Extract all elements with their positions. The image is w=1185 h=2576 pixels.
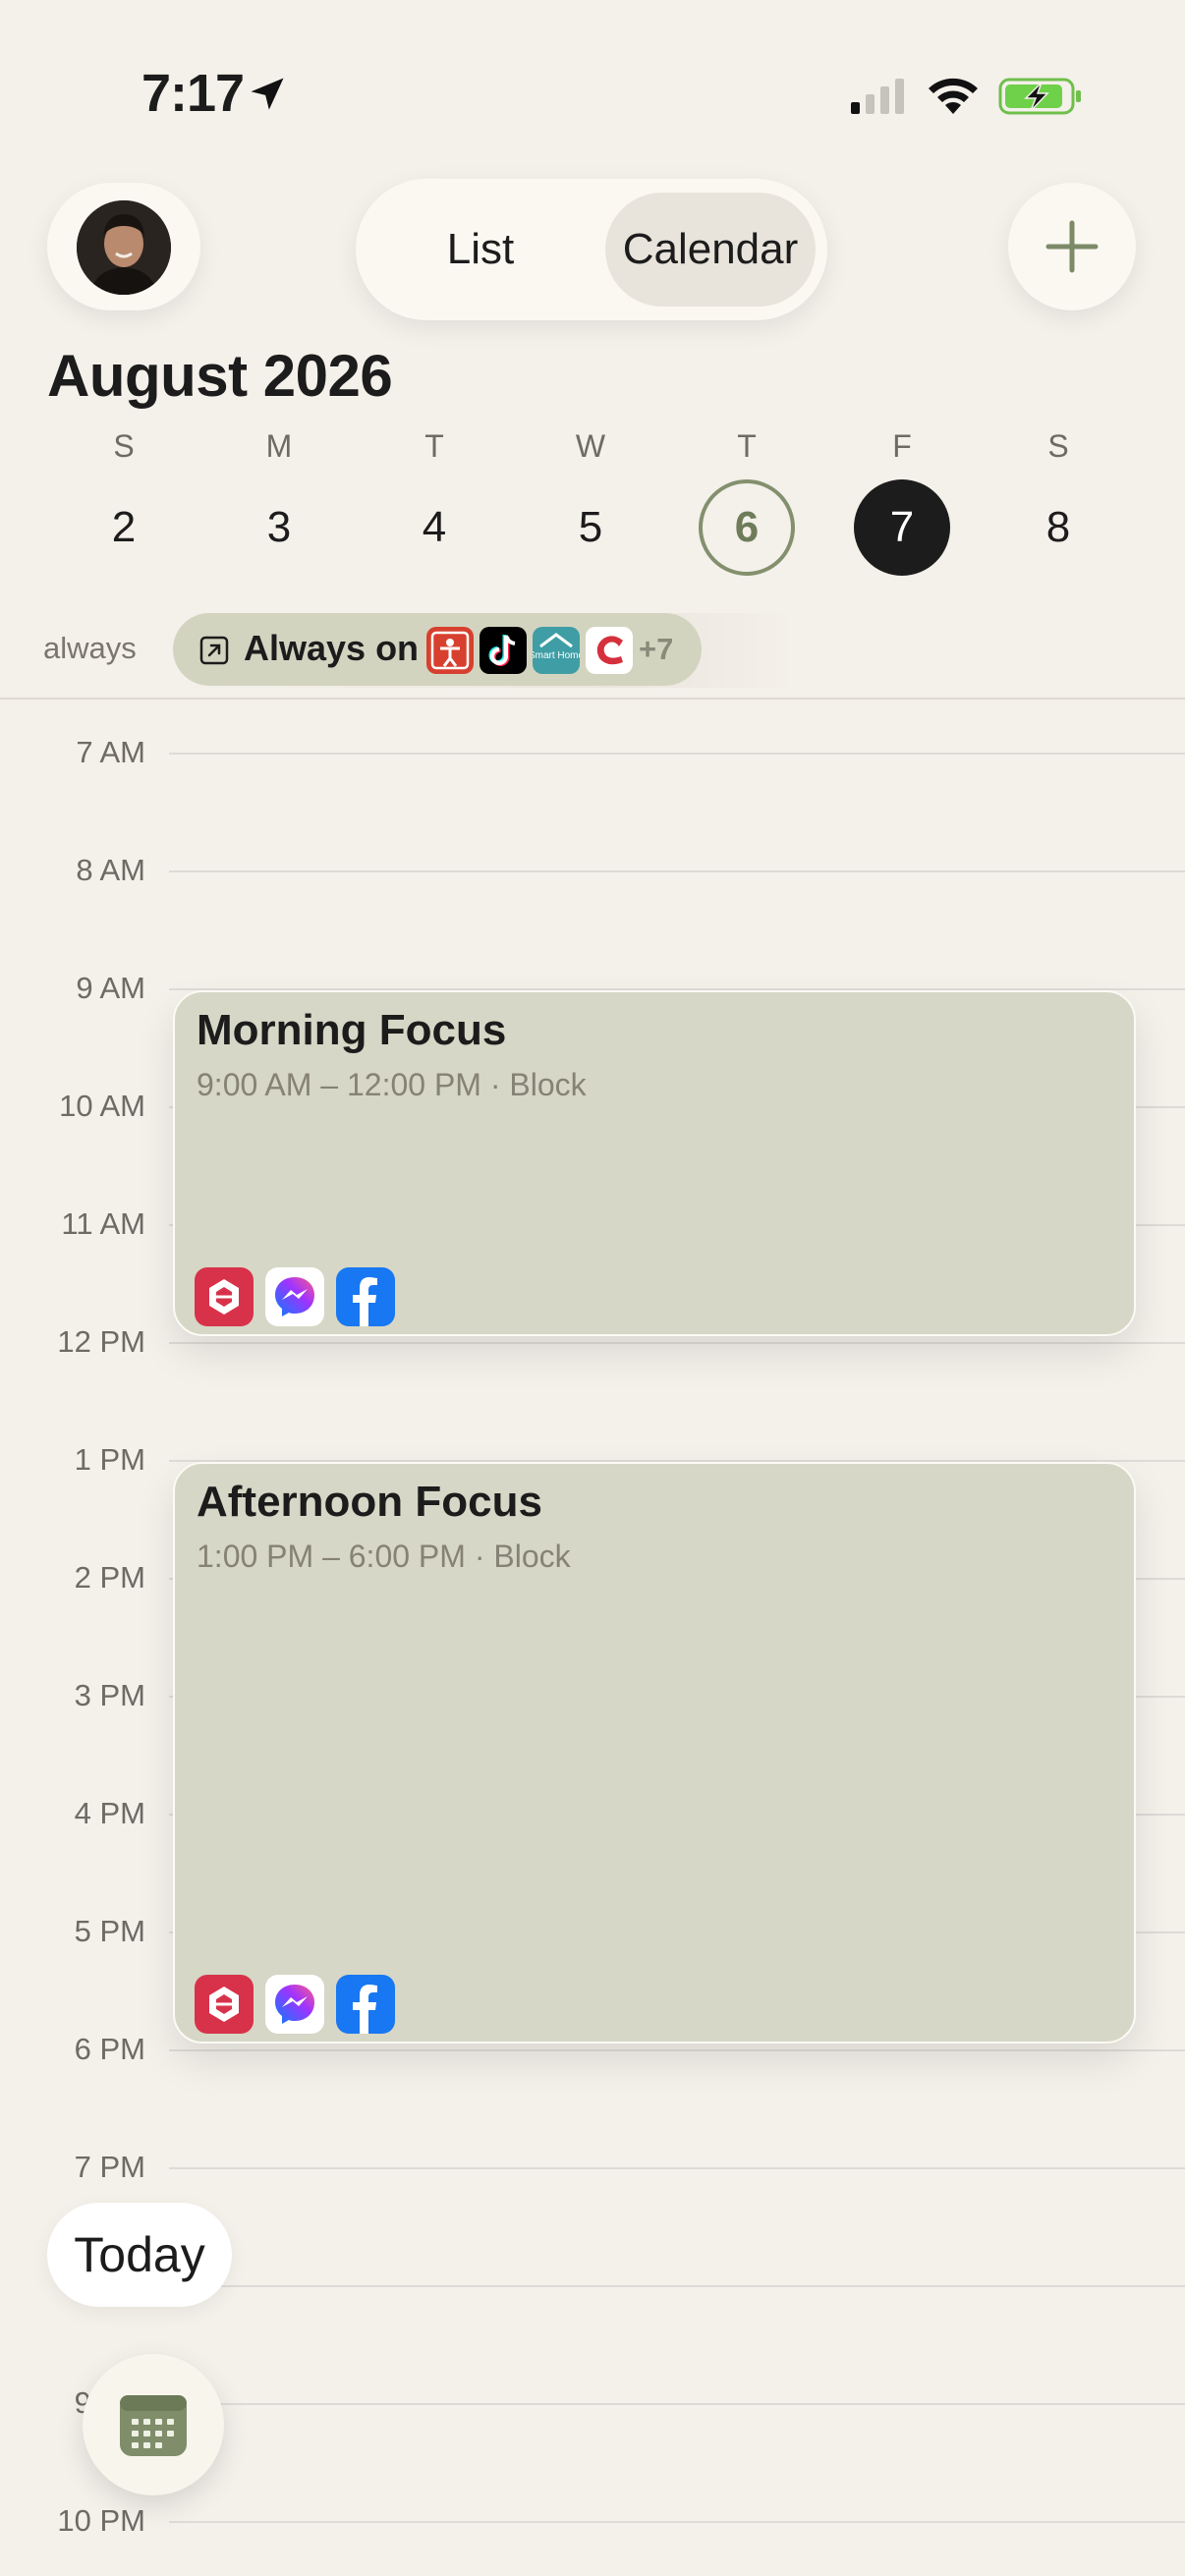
hour-gridline (169, 2167, 1185, 2169)
hour-label: 4 PM (74, 1796, 145, 1830)
hour-label: 5 PM (74, 1914, 145, 1948)
profile-button[interactable] (47, 183, 200, 310)
calendar-icon (120, 2395, 187, 2456)
weekday-letter: T (737, 428, 757, 464)
weekday-letter: S (1047, 428, 1069, 464)
hour-gridline (169, 2285, 1185, 2287)
calendar-screen: 7:17 List Calendar August 2026 S 2 M 3 T… (0, 0, 1185, 2576)
facebook-icon (336, 1267, 395, 1326)
smart-home-text: Smart Home (533, 650, 580, 661)
day-column[interactable]: T6 (693, 422, 801, 589)
calendar-picker-button[interactable] (83, 2354, 224, 2495)
tiktok-icon (480, 627, 527, 674)
day-number[interactable]: 2 (76, 479, 172, 576)
weekday-letter: S (113, 428, 135, 464)
weekday-letter: W (575, 428, 606, 464)
hour-gridline (169, 753, 1185, 755)
selected-day[interactable]: 7 (854, 479, 950, 576)
messenger-icon (265, 1975, 324, 2034)
tab-calendar[interactable]: Calendar (605, 193, 816, 307)
hour-label: 6 PM (74, 2032, 145, 2066)
hour-label: 2 PM (74, 1560, 145, 1595)
weekday-letter: T (424, 428, 444, 464)
weekday-letter: M (265, 428, 293, 464)
screen-time-icon (426, 627, 474, 674)
day-number[interactable]: 4 (386, 479, 482, 576)
day-column[interactable]: S8 (1004, 422, 1112, 589)
hour-gridline (169, 2049, 1185, 2051)
day-number[interactable]: 3 (231, 479, 327, 576)
more-apps-count: +7 (639, 632, 674, 666)
tab-list[interactable]: List (371, 193, 590, 307)
smart-home-icon: Smart Home (533, 627, 580, 674)
day-column[interactable]: T4 (380, 422, 488, 589)
event-title: Afternoon Focus (197, 1478, 542, 1526)
day-number[interactable]: 8 (1010, 479, 1106, 576)
divider (0, 698, 1185, 700)
view-switcher: List Calendar (356, 179, 827, 320)
messenger-icon (265, 1267, 324, 1326)
today-day[interactable]: 6 (699, 479, 795, 576)
hour-label: 9 AM (76, 971, 145, 1005)
add-button[interactable] (1008, 183, 1136, 310)
day-column[interactable]: S2 (70, 422, 178, 589)
hour-gridline (169, 2521, 1185, 2523)
battery-charging-icon (998, 78, 1081, 115)
weekday-letter: F (892, 428, 912, 464)
event-title: Morning Focus (197, 1006, 507, 1054)
hour-label: 10 AM (59, 1089, 145, 1123)
cellular-signal-icon (851, 79, 904, 114)
plus-icon (1045, 220, 1099, 273)
hour-label: 7 AM (76, 735, 145, 769)
event-subtitle: 1:00 PM – 6:00 PM · Block (197, 1539, 571, 1574)
red-c-app-icon (586, 627, 633, 674)
day-column[interactable]: M3 (225, 422, 333, 589)
open-external-icon (199, 636, 229, 665)
hour-label: 3 PM (74, 1678, 145, 1712)
opal-icon (195, 1975, 254, 2034)
week-strip: S2M3T4W5T6F7S8 (0, 422, 1185, 589)
hour-gridline (169, 2403, 1185, 2405)
event-card-afternoon-focus[interactable]: Afternoon Focus 1:00 PM – 6:00 PM · Bloc… (173, 1462, 1136, 2044)
opal-icon (195, 1267, 254, 1326)
hour-gridline (169, 870, 1185, 872)
today-button[interactable]: Today (47, 2203, 232, 2307)
hour-label: 10 PM (57, 2503, 145, 2538)
avatar (77, 200, 171, 295)
day-column[interactable]: F7 (848, 422, 956, 589)
hour-label: 11 AM (61, 1206, 145, 1241)
event-subtitle: 9:00 AM – 12:00 PM · Block (197, 1067, 587, 1102)
status-time: 7:17 (141, 64, 245, 123)
hour-gridline (169, 1342, 1185, 1344)
always-on-chip[interactable]: Always on Smart Home (173, 613, 702, 686)
day-number[interactable]: 5 (542, 479, 639, 576)
always-label: always (43, 631, 137, 665)
always-on-label: Always on (244, 628, 420, 668)
hour-label: 8 AM (76, 853, 145, 887)
event-card-morning-focus[interactable]: Morning Focus 9:00 AM – 12:00 PM · Block (173, 990, 1136, 1336)
wifi-icon (929, 78, 978, 114)
day-column[interactable]: W5 (536, 422, 645, 589)
location-arrow-icon (251, 78, 284, 110)
hour-label: 1 PM (74, 1442, 145, 1477)
month-title: August 2026 (47, 343, 393, 409)
hour-label: 7 PM (74, 2150, 145, 2184)
hour-label: 12 PM (57, 1324, 145, 1359)
facebook-icon (336, 1975, 395, 2034)
